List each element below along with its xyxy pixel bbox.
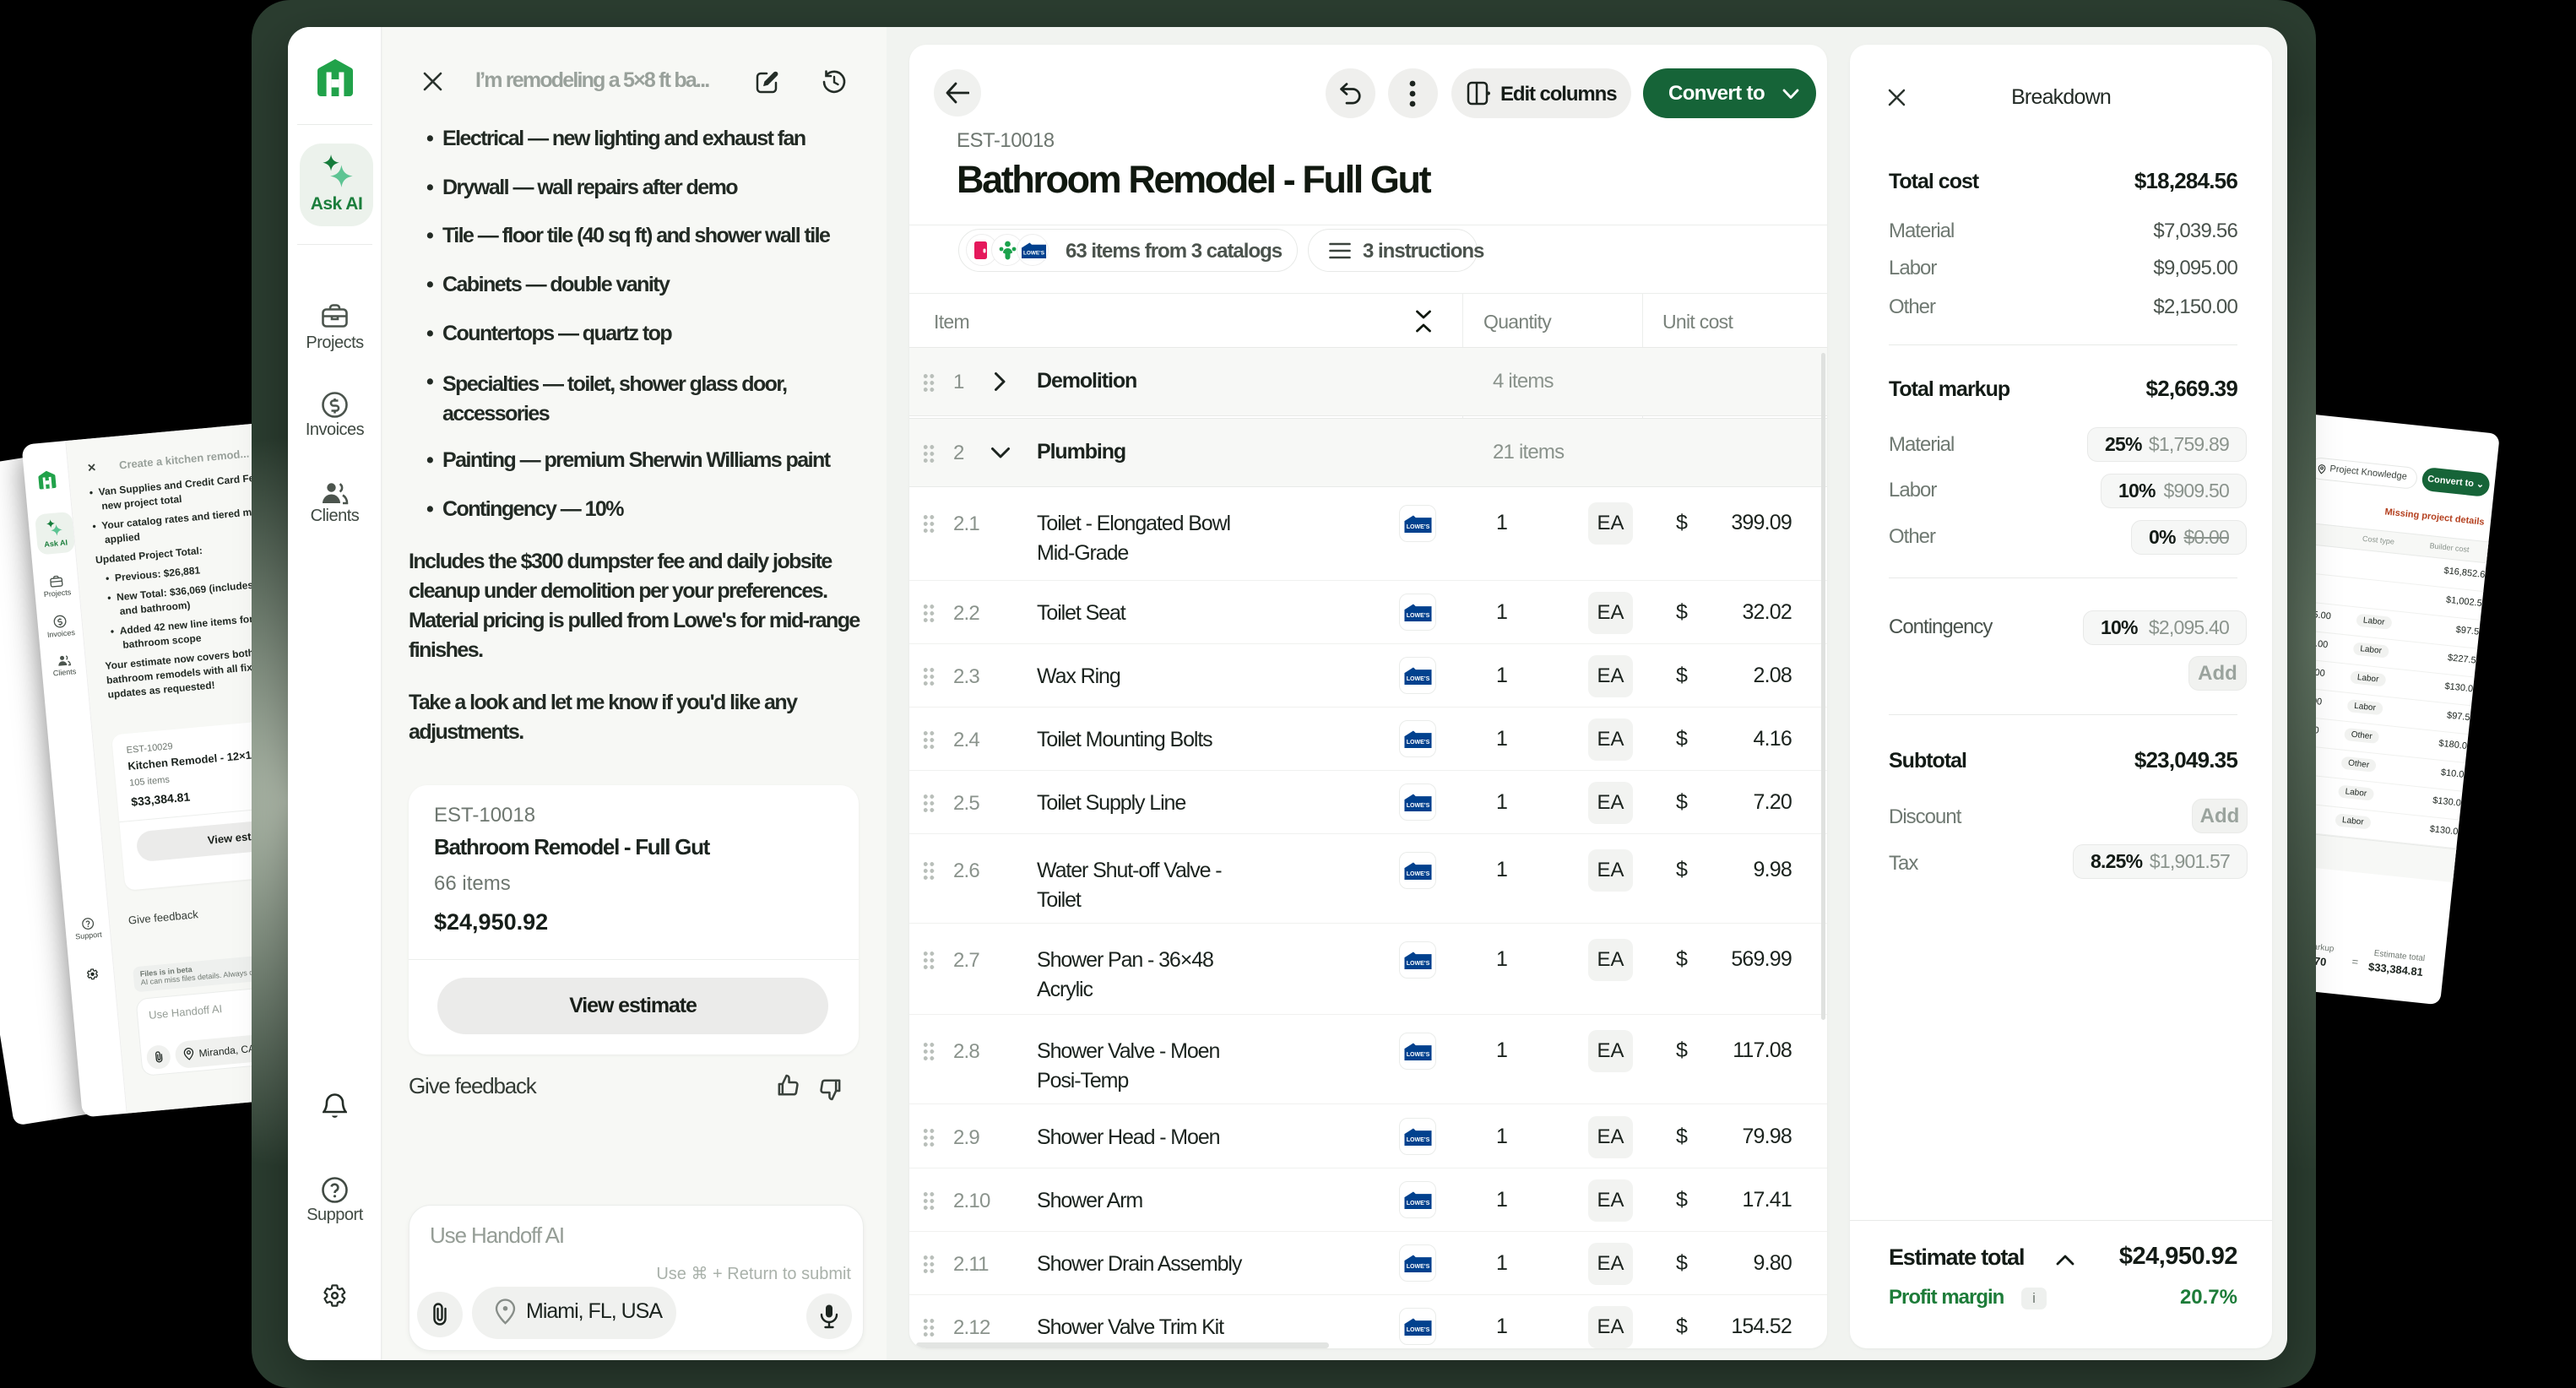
svg-text:LOWE'S: LOWE'S: [1407, 524, 1430, 530]
svg-text:LOWE'S: LOWE'S: [1407, 1264, 1430, 1270]
svg-text:LOWE'S: LOWE'S: [1407, 803, 1430, 809]
svg-text:LOWE'S: LOWE'S: [1407, 613, 1430, 619]
svg-text:LOWE'S: LOWE'S: [1407, 1201, 1430, 1206]
svg-text:LOWE'S: LOWE'S: [1407, 961, 1430, 967]
svg-text:LOWE'S: LOWE'S: [1023, 251, 1045, 257]
svg-text:LOWE'S: LOWE'S: [1407, 1052, 1430, 1058]
svg-text:LOWE'S: LOWE'S: [1407, 740, 1430, 746]
svg-text:LOWE'S: LOWE'S: [1407, 871, 1430, 877]
svg-text:LOWE'S: LOWE'S: [1407, 1137, 1430, 1143]
svg-text:LOWE'S: LOWE'S: [1407, 1327, 1430, 1333]
svg-text:LOWE'S: LOWE'S: [1407, 676, 1430, 682]
